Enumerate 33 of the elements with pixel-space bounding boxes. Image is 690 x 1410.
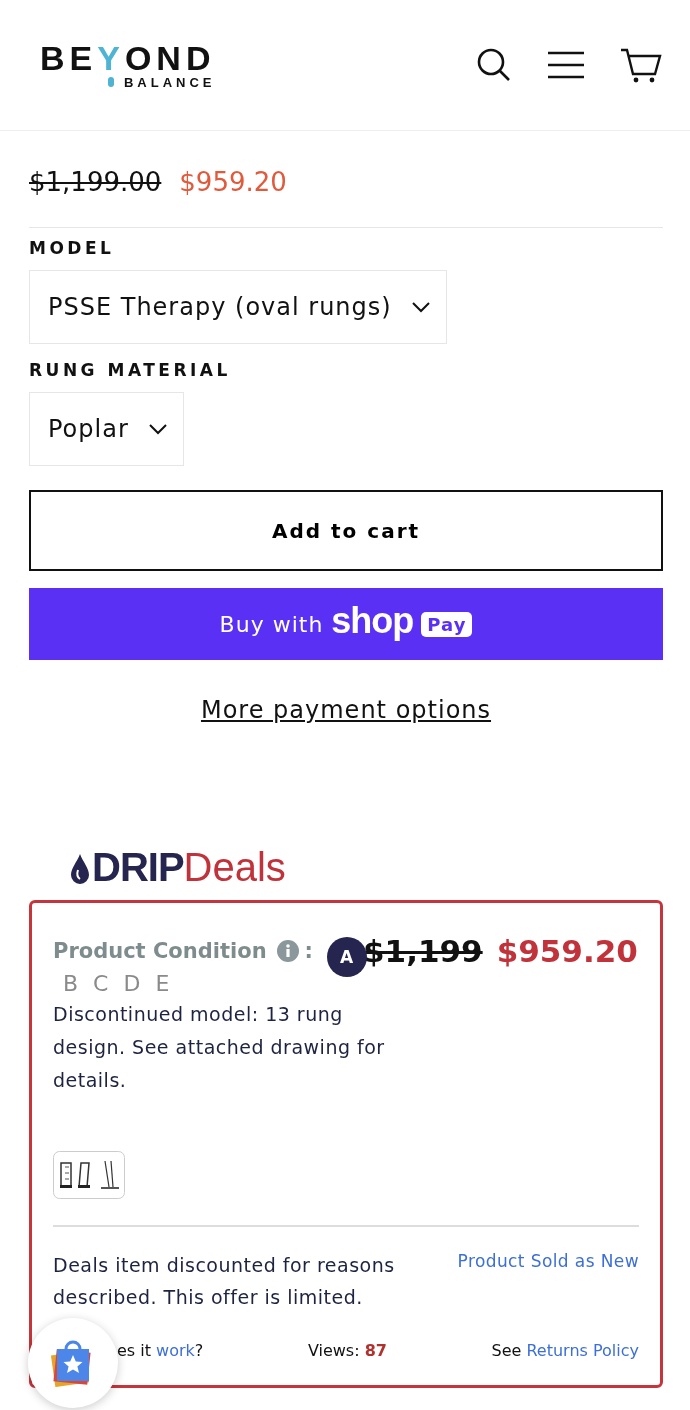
deal-note: Deals item discounted for reasons described. This offer is limited.: [53, 1253, 396, 1310]
sale-price: $959.20: [179, 167, 287, 197]
logo[interactable]: BE Y OND BALANCE: [40, 40, 216, 90]
option-label: RUNG MATERIAL: [29, 360, 232, 380]
info-icon[interactable]: [276, 940, 299, 962]
chevron-icon: [148, 423, 167, 435]
add-to-cart-button[interactable]: Add to cart: [29, 490, 663, 571]
views-count: Views: 87: [307, 1341, 387, 1360]
deal-price: $959.20: [496, 933, 638, 969]
drip-deals-logo: DRIPDeals: [71, 848, 663, 886]
condition-label: Product Condition: [53, 939, 267, 963]
condition-grade[interactable]: E: [155, 971, 171, 996]
original-price: $1,199.00: [29, 167, 162, 197]
option-select[interactable]: PSSE Therapy (oval rungs): [29, 270, 447, 344]
chevron-icon: [411, 301, 430, 313]
shop-pay-button[interactable]: Buy with shop Pay: [29, 588, 663, 660]
option-select[interactable]: Poplar: [29, 392, 184, 466]
product-sold-as-new-link[interactable]: Product Sold as New: [457, 1251, 639, 1313]
returns-policy-text: See Returns Policy: [491, 1341, 639, 1360]
returns-policy-link[interactable]: Returns Policy: [526, 1341, 639, 1360]
colon: :: [304, 939, 313, 963]
menu-icon[interactable]: [548, 51, 584, 79]
option-label: MODEL: [29, 238, 116, 258]
condition-grade[interactable]: C: [93, 971, 110, 996]
cart-icon[interactable]: [620, 47, 662, 83]
work-link[interactable]: work: [156, 1341, 195, 1360]
deal-description: Discontinued model: 13 rung design. See attached drawing for details.: [53, 1002, 386, 1093]
condition-grade[interactable]: B: [63, 971, 80, 996]
deals-floating-button[interactable]: [28, 1318, 118, 1408]
search-icon[interactable]: [476, 47, 512, 83]
how-it-works-text: es it work?: [117, 1341, 204, 1360]
more-payment-options-link[interactable]: More payment options: [29, 696, 663, 724]
condition-grade[interactable]: D: [123, 971, 142, 996]
